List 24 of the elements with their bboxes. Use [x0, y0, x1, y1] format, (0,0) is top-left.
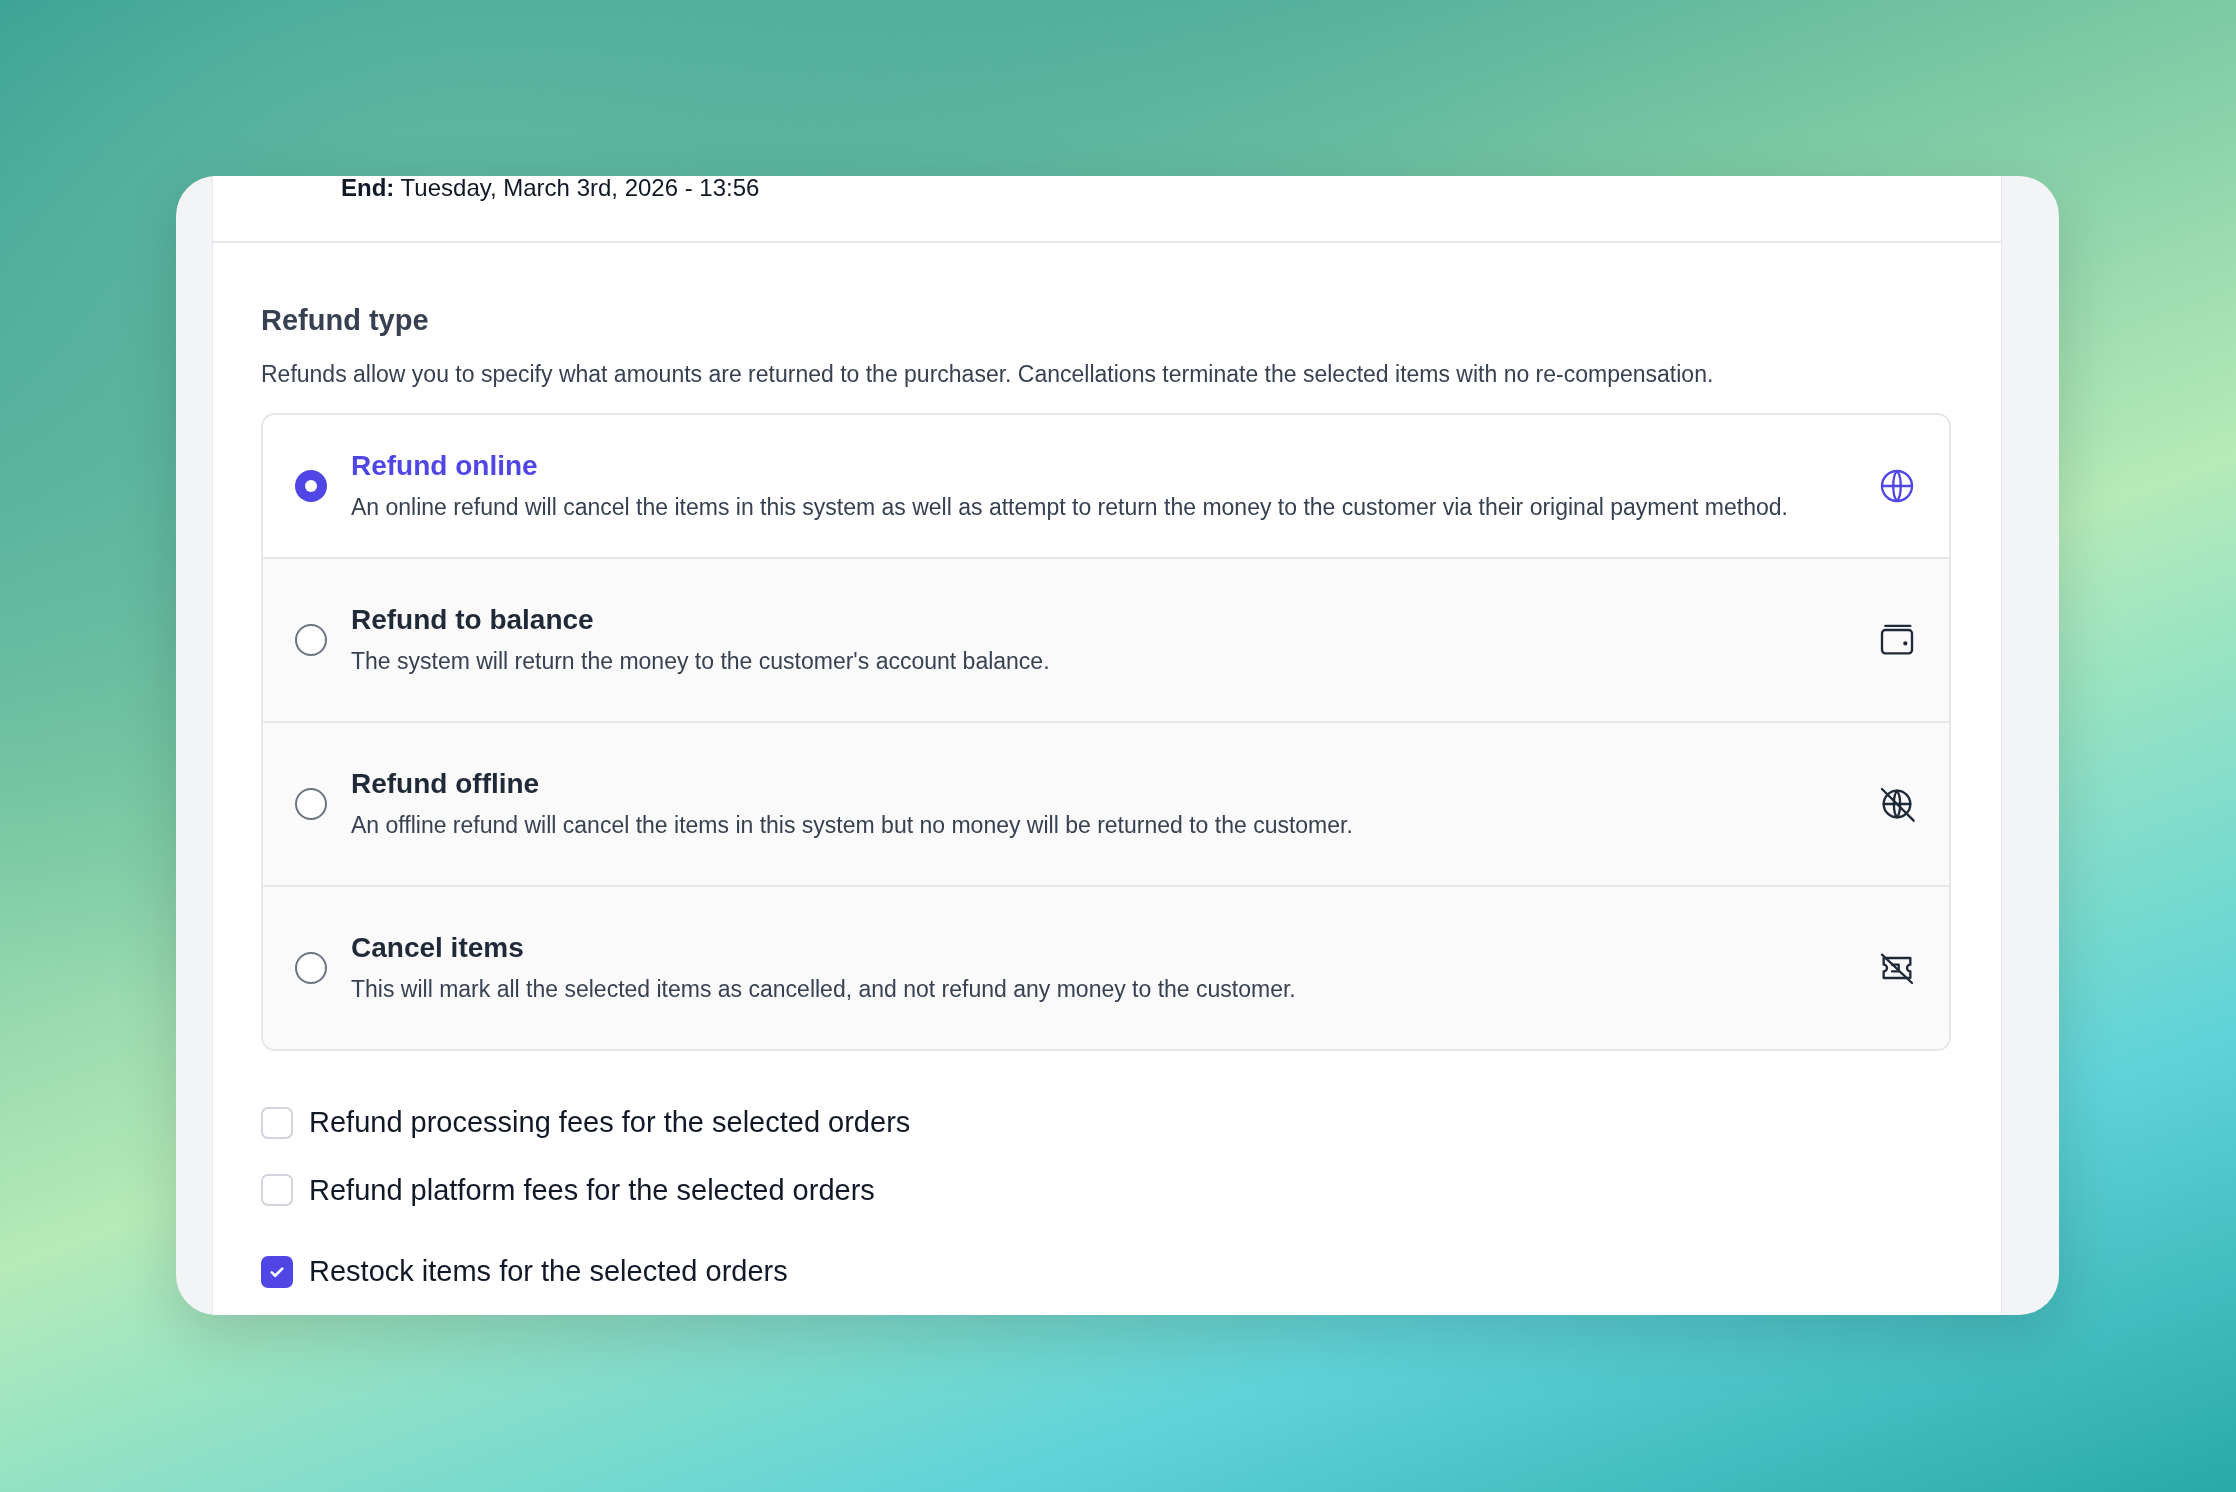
option-description: An online refund will cancel the items in this system as well as attempt to return the money to the customer via their original payment method.	[351, 493, 1789, 522]
section-title: Refund type	[261, 303, 430, 338]
checkbox[interactable]	[261, 1106, 293, 1139]
checkbox-label: Refund processing fees for the selected orders	[309, 1105, 911, 1140]
radio-button[interactable]	[295, 470, 327, 502]
section-description: Refunds allow you to specify what amounts are returned to the purchaser. Cancellations terminate the selected items with no re-compensation.	[261, 359, 1715, 389]
radio-button[interactable]	[295, 788, 327, 820]
option-description: An offline refund will cancel the items in this system but no money will be returned to the customer.	[351, 811, 1354, 840]
option-description: This will mark all the selected items as cancelled, and not refund any money to the customer.	[351, 975, 1297, 1004]
refund-option[interactable]: Refund offline An offline refund will cancel the items in this system but no money will be returned to the customer.	[263, 721, 1949, 885]
checkbox-label: Restock items for the selected orders	[309, 1254, 788, 1289]
option-title: Refund online	[351, 449, 539, 483]
option-description: The system will return the money to the customer's account balance.	[351, 647, 1051, 676]
option-title: Refund to balance	[351, 603, 595, 637]
radio-button[interactable]	[295, 624, 327, 656]
radio-button[interactable]	[295, 952, 327, 984]
refund-option[interactable]: Cancel items This will mark all the selected items as cancelled, and not refund any money to the customer.	[263, 885, 1949, 1049]
option-title: Cancel items	[351, 931, 525, 965]
checkbox[interactable]	[261, 1174, 293, 1207]
end-date-text: End: Tuesday, March 3rd, 2026 - 13:56	[341, 176, 761, 200]
checkbox[interactable]	[261, 1255, 293, 1288]
refund-option[interactable]: Refund to balance The system will return the money to the customer's account balance.	[263, 557, 1949, 721]
checkbox-label: Refund platform fees for the selected orders	[309, 1172, 875, 1208]
option-title: Refund offline	[351, 767, 541, 801]
